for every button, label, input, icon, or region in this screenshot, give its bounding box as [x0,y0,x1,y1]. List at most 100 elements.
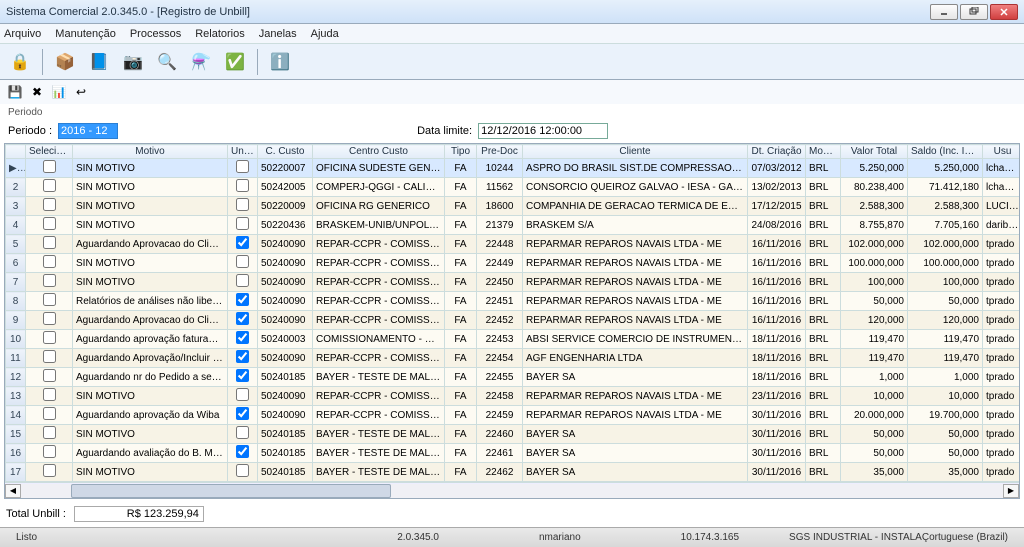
unbill-cell[interactable] [228,235,258,254]
table-row[interactable]: 5Aguardando Aprovacao do Cliente50240090… [6,235,1020,254]
select-checkbox[interactable] [43,217,56,230]
table-row[interactable]: 14Aguardando aprovação da Wiba50240090RE… [6,406,1020,425]
select-cell[interactable] [26,349,73,368]
unbill-checkbox[interactable] [236,217,249,230]
select-cell[interactable] [26,387,73,406]
unbill-checkbox[interactable] [236,407,249,420]
column-header[interactable]: Motivo [73,145,228,159]
unbill-cell[interactable] [228,311,258,330]
data-grid[interactable]: SelecioneMotivoUnbillC. CustoCentro Cust… [5,144,1019,482]
select-cell[interactable] [26,235,73,254]
table-row[interactable]: 9Aguardando Aprovacao do Cliente50240090… [6,311,1020,330]
select-checkbox[interactable] [43,331,56,344]
unbill-checkbox[interactable] [236,464,249,477]
lock-icon[interactable]: 🔒 [6,48,34,76]
menu-item[interactable]: Arquivo [4,28,41,40]
unbill-cell[interactable] [228,273,258,292]
unbill-checkbox[interactable] [236,274,249,287]
menu-item[interactable]: Ajuda [311,28,339,40]
table-row[interactable]: 2SIN MOTIVO50242005COMPERJ-QGGI - CALIBR… [6,178,1020,197]
unbill-checkbox[interactable] [236,236,249,249]
unbill-cell[interactable] [228,406,258,425]
close-button[interactable] [990,4,1018,20]
column-header[interactable]: Dt. Criação [748,145,806,159]
column-header[interactable]: Tipo [445,145,477,159]
minimize-button[interactable] [930,4,958,20]
unbill-cell[interactable] [228,330,258,349]
unbill-checkbox[interactable] [236,198,249,211]
unbill-checkbox[interactable] [236,331,249,344]
maximize-button[interactable] [960,4,988,20]
select-checkbox[interactable] [43,179,56,192]
unbill-checkbox[interactable] [236,293,249,306]
flask-icon[interactable]: ⚗️ [187,48,215,76]
menu-item[interactable]: Janelas [259,28,297,40]
select-checkbox[interactable] [43,350,56,363]
select-checkbox[interactable] [43,388,56,401]
table-row[interactable]: 8Relatórios de análises não liberado.502… [6,292,1020,311]
select-cell[interactable] [26,463,73,482]
unbill-cell[interactable] [228,463,258,482]
menu-item[interactable]: Relatorios [195,28,245,40]
select-checkbox[interactable] [43,255,56,268]
scroll-left-button[interactable]: ◀ [5,484,21,498]
select-cell[interactable] [26,216,73,235]
select-cell[interactable] [26,425,73,444]
table-row[interactable]: 16Aguardando avaliação do B. Medição5024… [6,444,1020,463]
select-cell[interactable] [26,368,73,387]
menu-item[interactable]: Processos [130,28,181,40]
table-row[interactable]: 4SIN MOTIVO50220436BRASKEM-UNIB/UNPOL - … [6,216,1020,235]
unbill-checkbox[interactable] [236,179,249,192]
column-header[interactable]: Moeda [806,145,841,159]
limit-input[interactable] [478,123,608,139]
unbill-cell[interactable] [228,368,258,387]
unbill-checkbox[interactable] [236,255,249,268]
select-cell[interactable] [26,197,73,216]
select-checkbox[interactable] [43,198,56,211]
unbill-cell[interactable] [228,159,258,178]
unbill-cell[interactable] [228,387,258,406]
scroll-thumb[interactable] [71,484,391,498]
info-icon[interactable]: ℹ️ [266,48,294,76]
select-cell[interactable] [26,330,73,349]
select-checkbox[interactable] [43,426,56,439]
select-cell[interactable] [26,444,73,463]
table-row[interactable]: 6SIN MOTIVO50240090REPAR-CCPR - COMISSIO… [6,254,1020,273]
column-header[interactable]: Centro Custo [313,145,445,159]
select-cell[interactable] [26,254,73,273]
unbill-checkbox[interactable] [236,426,249,439]
column-header[interactable]: Saldo (Inc. Imp.) [908,145,983,159]
select-checkbox[interactable] [43,464,56,477]
select-cell[interactable] [26,159,73,178]
excel-icon[interactable]: 📊 [50,83,68,101]
table-row[interactable]: 7SIN MOTIVO50240090REPAR-CCPR - COMISSIO… [6,273,1020,292]
scroll-right-button[interactable]: ▶ [1003,484,1019,498]
column-header[interactable]: Unbill [228,145,258,159]
select-checkbox[interactable] [43,369,56,382]
table-row[interactable]: 12Aguardando nr do Pedido a ser incluid.… [6,368,1020,387]
select-cell[interactable] [26,178,73,197]
select-checkbox[interactable] [43,312,56,325]
select-cell[interactable] [26,292,73,311]
delete-icon[interactable]: ✖ [28,83,46,101]
column-header[interactable]: Usu [983,145,1020,159]
unbill-checkbox[interactable] [236,388,249,401]
unbill-cell[interactable] [228,444,258,463]
unbill-cell[interactable] [228,178,258,197]
table-row[interactable]: ▶1SIN MOTIVO50220007OFICINA SUDESTE GENE… [6,159,1020,178]
unbill-cell[interactable] [228,425,258,444]
unbill-cell[interactable] [228,197,258,216]
table-row[interactable]: 3SIN MOTIVO50220009OFICINA RG GENERICOFA… [6,197,1020,216]
menu-item[interactable]: Manutenção [55,28,116,40]
table-row[interactable]: 11Aguardando Aprovação/Incluir no Bole..… [6,349,1020,368]
save-icon[interactable]: 💾 [6,83,24,101]
search-icon[interactable]: 🔍 [153,48,181,76]
table-row[interactable]: 15SIN MOTIVO50240185BAYER - TESTE DE MAL… [6,425,1020,444]
table-row[interactable]: 10Aguardando aprovação faturamento ...50… [6,330,1020,349]
select-checkbox[interactable] [43,274,56,287]
book-icon[interactable]: 📘 [85,48,113,76]
period-input[interactable] [58,123,118,139]
exit-icon[interactable]: ↩ [72,83,90,101]
unbill-checkbox[interactable] [236,160,249,173]
column-header[interactable]: Cliente [523,145,748,159]
